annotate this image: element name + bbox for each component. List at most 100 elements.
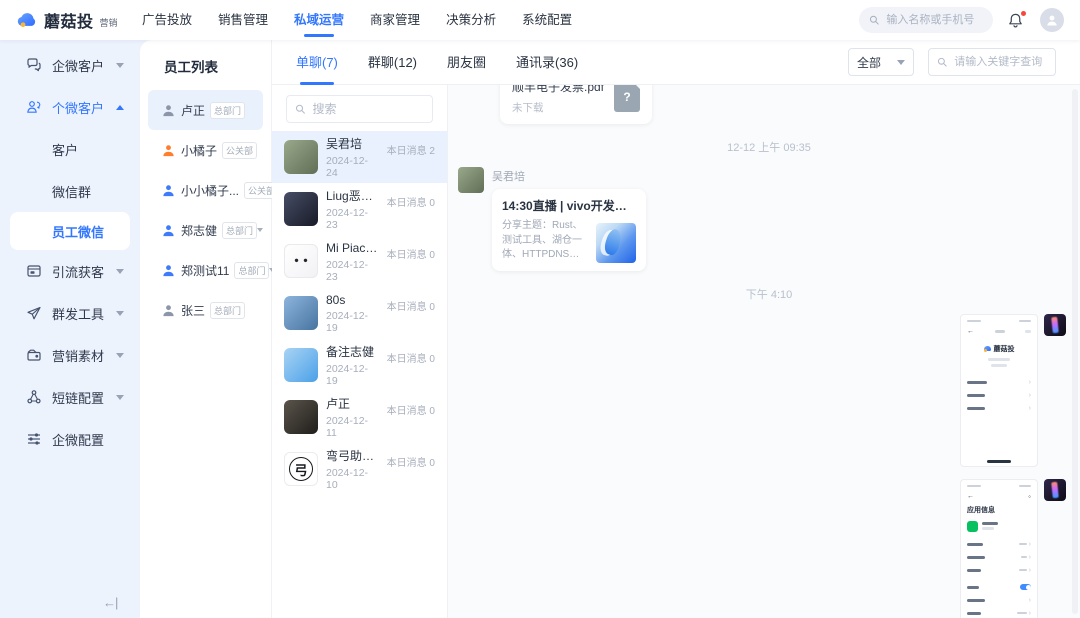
- chat-conversation-row[interactable]: Mi Piaci.速速破 2024-12-23 本日消息 0: [272, 235, 447, 287]
- department-badge: 总部门: [222, 222, 257, 239]
- link-description: 分享主题：Rust、测试工具、湖仓一体、HTTPDNS、研发效能 等。欢迎进入直…: [502, 219, 589, 263]
- employee-name: 小小橘子...: [181, 182, 239, 199]
- scrollbar[interactable]: [1072, 89, 1078, 614]
- keyword-search[interactable]: [928, 48, 1056, 76]
- notifications-button[interactable]: [1007, 12, 1024, 29]
- app-window: 蘑菇投 营销 广告投放销售管理私域运营商家管理决策分析系统配置: [0, 0, 1080, 618]
- brand-logo[interactable]: 蘑菇投 营销: [16, 8, 138, 32]
- keyword-search-input[interactable]: [952, 55, 1047, 69]
- chat-daily-count: 本日消息 0: [387, 454, 435, 469]
- nav-item[interactable]: 系统配置: [522, 0, 572, 40]
- notification-dot: [1021, 11, 1026, 16]
- sidebar-item-label: 企微配置: [52, 430, 104, 449]
- chat-date: 2024-12-11: [326, 415, 379, 439]
- employee-row[interactable]: 卢正 总部门: [148, 90, 263, 130]
- app-icon: [967, 521, 978, 532]
- phone-screenshot-image[interactable]: 蘑菇投 › › ›: [960, 314, 1038, 467]
- chevron-icon: [116, 353, 124, 358]
- sidebar-item[interactable]: 群发工具: [0, 292, 140, 334]
- chat-avatar: [284, 192, 318, 226]
- chevron-icon: [116, 395, 124, 400]
- sidebar-item-label: 短链配置: [52, 388, 104, 407]
- chat-conversation-row[interactable]: 备注志健 2024-12-19 本日消息 0: [272, 339, 447, 391]
- chat-date: 2024-12-19: [326, 310, 379, 334]
- chat-tab[interactable]: 通讯录(36): [516, 40, 578, 85]
- own-avatar: [1044, 479, 1066, 501]
- sent-message-row: 蘑菇投 › › ›: [458, 314, 1080, 467]
- chat-conversation-row[interactable]: Liug恶人备注 2024-12-23 本日消息 0: [272, 183, 447, 235]
- chat-tab[interactable]: 朋友圈: [447, 40, 486, 85]
- file-message-card[interactable]: 顺丰电子发票.pdf 未下载 ?: [500, 85, 652, 124]
- employee-name: 小橘子: [181, 142, 217, 159]
- chevron-down-icon: [897, 60, 905, 65]
- chat-conversation-row[interactable]: 弓 弯弓助理研究员 2024-12-10 本日消息 0: [272, 443, 447, 495]
- sidebar-item[interactable]: 短链配置: [0, 376, 140, 418]
- sidebar-item[interactable]: 引流获客: [0, 250, 140, 292]
- global-search-input[interactable]: [884, 13, 983, 27]
- sidebar-item[interactable]: 微信群: [0, 170, 140, 212]
- department-badge: 总部门: [234, 262, 269, 279]
- chat-conversation-row[interactable]: 卢正 2024-12-11 本日消息 0: [272, 391, 447, 443]
- nav-item[interactable]: 销售管理: [218, 0, 268, 40]
- chat-date: 2024-12-24: [326, 155, 379, 179]
- chat-date: 2024-12-19: [326, 363, 379, 387]
- chat-avatar: [284, 296, 318, 330]
- filter-select-value: 全部: [857, 54, 881, 71]
- chat-list-panel: 吴君培 2024-12-24 本日消息 2 Liug恶人备注 2024-12-2…: [272, 85, 448, 618]
- chat-daily-count: 本日消息 0: [387, 194, 435, 209]
- chat-search[interactable]: [286, 95, 433, 123]
- sidebar-item[interactable]: 企微客户: [0, 44, 140, 86]
- paper-plane-icon: [26, 305, 42, 321]
- sidebar-item[interactable]: 客户: [0, 128, 140, 170]
- sidebar-item-label: 企微客户: [52, 56, 104, 75]
- back-arrow-icon: [967, 328, 974, 335]
- sidebar-item[interactable]: 营销素材: [0, 334, 140, 376]
- nav-item[interactable]: 私域运营: [294, 0, 344, 40]
- link-message-card[interactable]: 14:30直播 | vivo开发者大会-互... 分享主题：Rust、测试工具、…: [492, 189, 646, 271]
- main-nav: 广告投放销售管理私域运营商家管理决策分析系统配置: [142, 0, 572, 40]
- phone-screenshot-image[interactable]: 应用信息 › › › ›: [960, 479, 1038, 618]
- chat-tab[interactable]: 群聊(12): [368, 40, 417, 85]
- chat-name: 弯弓助理研究员: [326, 447, 379, 464]
- chat-date: 2024-12-10: [326, 467, 379, 491]
- chat-name: Liug恶人备注: [326, 187, 379, 204]
- chat-conversation-row[interactable]: 吴君培 2024-12-24 本日消息 2: [272, 131, 447, 183]
- user-avatar[interactable]: [1040, 8, 1064, 32]
- employee-row[interactable]: 小小橘子... 公关部: [148, 170, 263, 210]
- employee-row[interactable]: 郑志健 总部门: [148, 210, 263, 250]
- chat-tab[interactable]: 单聊(7): [296, 40, 338, 85]
- nav-item[interactable]: 商家管理: [370, 0, 420, 40]
- material-folder-icon: [26, 347, 42, 363]
- chat-search-input[interactable]: [311, 101, 424, 117]
- chat-conversation-list: 吴君培 2024-12-24 本日消息 2 Liug恶人备注 2024-12-2…: [272, 131, 447, 495]
- chevron-down-icon[interactable]: [257, 228, 263, 232]
- person-icon: [1045, 13, 1059, 27]
- employee-row[interactable]: 郑测试11 总部门: [148, 250, 263, 290]
- phone-brand-text: 蘑菇投: [994, 344, 1015, 354]
- search-icon: [295, 103, 306, 115]
- employee-name: 郑志健: [181, 222, 217, 239]
- chat-bubbles-icon: [26, 57, 42, 73]
- sidebar-item[interactable]: 个微客户: [0, 86, 140, 128]
- nav-item[interactable]: 广告投放: [142, 0, 192, 40]
- employee-person-icon: [162, 264, 175, 277]
- employee-row[interactable]: 张三 总部门: [148, 290, 263, 330]
- cloud-logo-icon: [984, 346, 991, 351]
- chat-avatar: 弓: [284, 452, 318, 486]
- chat-name: 80s: [326, 293, 379, 307]
- filter-select[interactable]: 全部: [848, 48, 914, 76]
- link-thumbnail-image: [596, 223, 636, 263]
- sidebar-collapse-button[interactable]: ←|: [103, 595, 117, 610]
- chat-conversation-row[interactable]: 80s 2024-12-19 本日消息 0: [272, 287, 447, 339]
- own-avatar: [1044, 314, 1066, 336]
- chat-name: 备注志健: [326, 343, 379, 360]
- nav-item[interactable]: 决策分析: [446, 0, 496, 40]
- global-search[interactable]: [859, 7, 993, 33]
- sidebar-item-label: 客户: [52, 140, 78, 159]
- chevron-icon: [116, 105, 124, 110]
- sidebar-item[interactable]: 员工微信: [10, 212, 130, 250]
- sidebar-item[interactable]: 企微配置: [0, 418, 140, 460]
- employee-row[interactable]: 小橘子 公关部: [148, 130, 263, 170]
- employee-person-icon: [162, 224, 175, 237]
- brand-name: 蘑菇投: [44, 8, 94, 32]
